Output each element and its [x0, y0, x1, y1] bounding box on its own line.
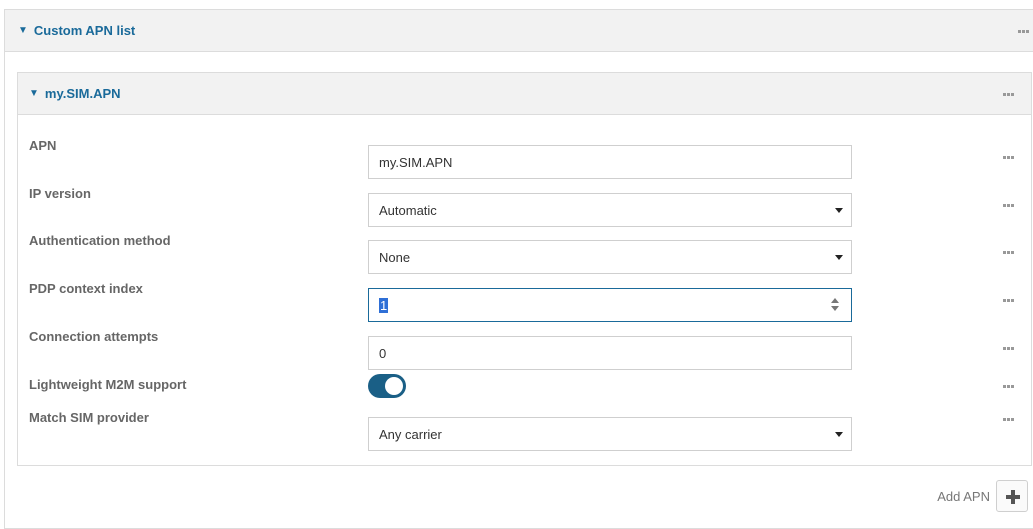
collapse-caret-icon[interactable]: ▼	[18, 25, 28, 36]
conn-attempts-menu-icon[interactable]	[1003, 347, 1014, 350]
add-apn-label[interactable]: Add APN	[937, 489, 990, 504]
m2m-toggle[interactable]	[368, 374, 406, 398]
pdp-index-label: PDP context index	[29, 281, 143, 296]
ip-version-value: Automatic	[379, 202, 437, 218]
auth-method-label: Authentication method	[29, 233, 171, 248]
apn-menu-icon[interactable]	[1003, 156, 1014, 159]
apn-entry-header[interactable]: ▼ my.SIM.APN	[18, 73, 1031, 115]
pdp-index-menu-icon[interactable]	[1003, 299, 1014, 302]
apn-input[interactable]: my.SIM.APN	[368, 145, 852, 179]
m2m-menu-icon[interactable]	[1003, 385, 1014, 388]
apn-entry-panel: ▼ my.SIM.APN APN my.SIM.APN IP version A…	[17, 72, 1032, 466]
panel-title[interactable]: Custom APN list	[34, 23, 135, 38]
m2m-label: Lightweight M2M support	[29, 377, 187, 392]
dropdown-arrow-icon	[835, 208, 843, 213]
conn-attempts-input[interactable]: 0	[368, 336, 852, 370]
apn-value: my.SIM.APN	[379, 154, 453, 170]
sim-provider-select[interactable]: Any carrier	[368, 417, 852, 451]
custom-apn-list-panel: ▼ Custom APN list ▼ my.SIM.APN APN my.SI…	[4, 9, 1033, 529]
custom-apn-list-header[interactable]: ▼ Custom APN list	[5, 10, 1033, 52]
ip-version-label: IP version	[29, 186, 91, 201]
panel-menu-icon[interactable]	[1018, 30, 1029, 33]
auth-method-menu-icon[interactable]	[1003, 251, 1014, 254]
collapse-caret-icon[interactable]: ▼	[29, 88, 39, 99]
auth-method-select[interactable]: None	[368, 240, 852, 274]
dropdown-arrow-icon	[835, 255, 843, 260]
ip-version-menu-icon[interactable]	[1003, 204, 1014, 207]
apn-entry-menu-icon[interactable]	[1003, 93, 1014, 96]
number-stepper-icon[interactable]	[831, 298, 839, 311]
sim-provider-value: Any carrier	[379, 426, 442, 442]
apn-label: APN	[29, 138, 57, 153]
pdp-index-input[interactable]: 1	[368, 288, 852, 322]
sim-provider-menu-icon[interactable]	[1003, 418, 1014, 421]
pdp-index-value: 1	[379, 297, 389, 313]
ip-version-select[interactable]: Automatic	[368, 193, 852, 227]
dropdown-arrow-icon	[835, 432, 843, 437]
apn-entry-title[interactable]: my.SIM.APN	[45, 86, 121, 101]
sim-provider-label: Match SIM provider	[29, 410, 149, 425]
auth-method-value: None	[379, 249, 411, 265]
conn-attempts-value: 0	[379, 345, 387, 361]
conn-attempts-label: Connection attempts	[29, 329, 159, 344]
add-apn-control: Add APN	[937, 480, 1028, 512]
add-apn-button[interactable]	[996, 480, 1028, 512]
